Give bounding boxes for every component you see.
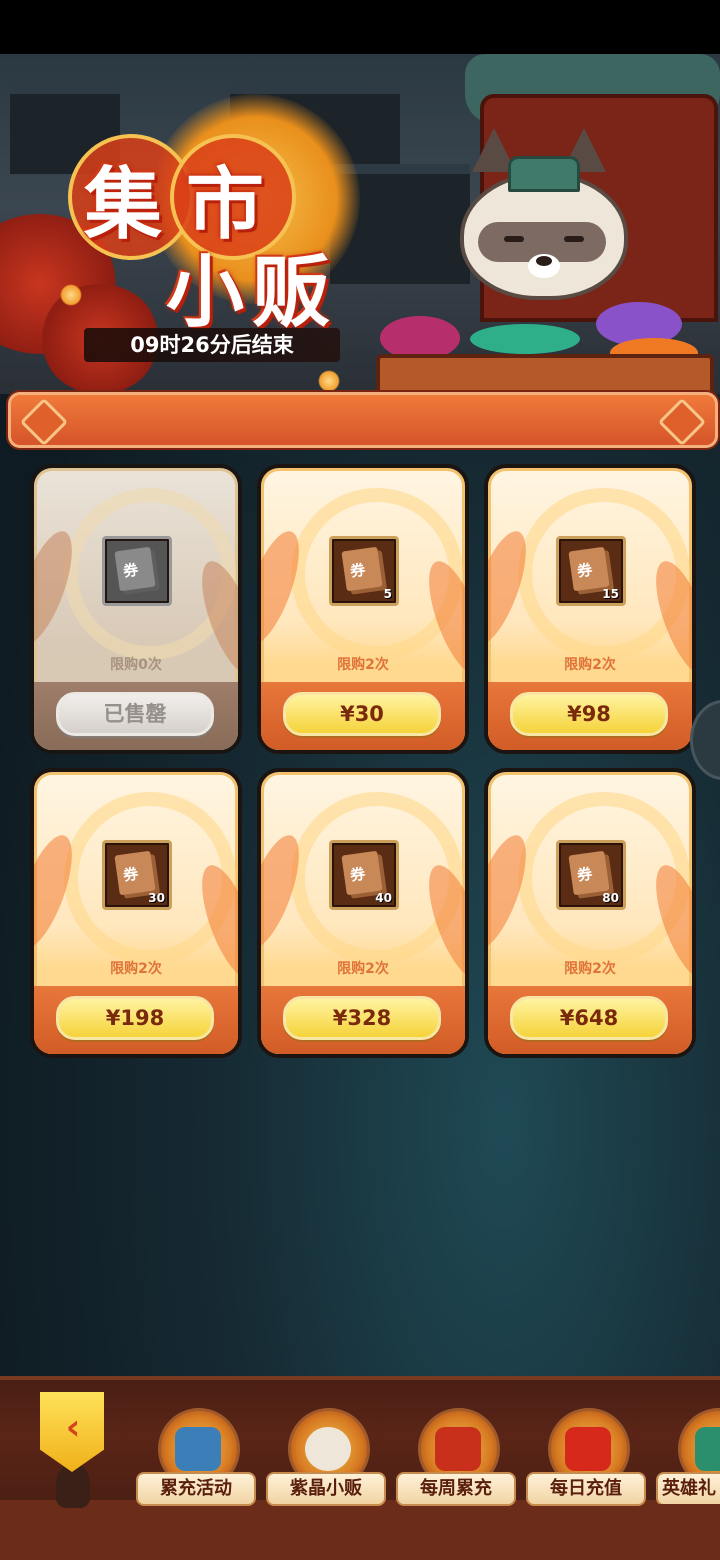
voucher-glyph: 券 <box>122 864 140 885</box>
product-card[interactable]: 券 15 限购2次 ¥98 <box>484 464 696 754</box>
voucher-ticket-icon: 券 5 <box>329 536 399 606</box>
purchase-limit: 限购0次 <box>110 657 162 673</box>
buy-button[interactable]: ¥648 <box>510 996 668 1040</box>
product-card[interactable]: 券 40 限购2次 ¥328 <box>257 768 469 1058</box>
nav-label: 每日充值 <box>526 1472 646 1506</box>
screen: 集 市 小 贩 09时26分后结束 券 限购0次 已售罄 券 5 限购2次 ¥3… <box>0 0 720 1560</box>
voucher-count: 15 <box>602 587 619 601</box>
purchase-limit: 限购2次 <box>110 961 162 977</box>
voucher-count: 40 <box>375 891 392 905</box>
purchase-limit: 限购2次 <box>564 961 616 977</box>
product-card[interactable]: 券 限购0次 已售罄 <box>30 464 242 754</box>
nav-item-amethyst-merchant[interactable]: 紫晶小贩 <box>266 1400 386 1506</box>
lantern <box>60 284 82 306</box>
title-char: 小 <box>166 247 245 338</box>
merchant-hat <box>508 156 580 192</box>
voucher-count: 80 <box>602 891 619 905</box>
knot-ornament-icon <box>657 397 707 447</box>
voucher-paper: 券 <box>114 850 156 896</box>
voucher-paper: 券 <box>341 850 383 896</box>
raccoon-eye <box>504 236 524 242</box>
back-arrow-icon[interactable]: ‹ <box>54 1408 92 1448</box>
buy-button[interactable]: ¥198 <box>56 996 214 1040</box>
countdown-timer: 09时26分后结束 <box>84 328 340 362</box>
voucher-paper: 券 <box>114 546 156 592</box>
title-char: 集 <box>84 159 163 250</box>
bottom-nav-shelf <box>0 1500 720 1560</box>
product-card[interactable]: 券 80 限购2次 ¥648 <box>484 768 696 1058</box>
lantern <box>318 370 340 392</box>
buy-button[interactable]: ¥30 <box>283 692 441 736</box>
purchase-limit: 限购2次 <box>337 657 389 673</box>
goods-herb <box>470 324 580 354</box>
status-bar <box>0 0 720 54</box>
voucher-ticket-icon: 券 30 <box>102 840 172 910</box>
sold-out-button: 已售罄 <box>56 692 214 736</box>
voucher-glyph: 券 <box>576 864 594 885</box>
nav-label: 英雄礼 <box>656 1472 720 1504</box>
nav-label: 每周累充 <box>396 1472 516 1506</box>
product-card[interactable]: 券 30 限购2次 ¥198 <box>30 768 242 1058</box>
title-char: 贩 <box>252 247 331 338</box>
nav-label: 紫晶小贩 <box>266 1472 386 1506</box>
nav-item-hero-gift[interactable]: 英雄礼 <box>656 1400 720 1504</box>
voucher-glyph: 券 <box>122 560 140 581</box>
voucher-glyph: 券 <box>349 560 367 581</box>
stall-counter <box>376 354 714 394</box>
event-banner <box>8 392 718 448</box>
voucher-count: 30 <box>148 891 165 905</box>
buy-button[interactable]: ¥328 <box>283 996 441 1040</box>
voucher-glyph: 券 <box>576 560 594 581</box>
purchase-limit: 限购2次 <box>564 657 616 673</box>
event-header-scene: 集 市 小 贩 09时26分后结束 <box>0 54 720 394</box>
nav-item-weekly-recharge[interactable]: 每周累充 <box>396 1400 516 1506</box>
voucher-paper: 券 <box>341 546 383 592</box>
nav-item-daily-recharge[interactable]: 每日充值 <box>526 1400 646 1506</box>
raccoon-nose <box>536 256 552 266</box>
voucher-ticket-icon: 券 <box>102 536 172 606</box>
voucher-ticket-icon: 券 80 <box>556 840 626 910</box>
product-card[interactable]: 券 5 限购2次 ¥30 <box>257 464 469 754</box>
buy-button[interactable]: ¥98 <box>510 692 668 736</box>
purchase-limit: 限购2次 <box>337 961 389 977</box>
voucher-count: 5 <box>383 587 392 601</box>
voucher-paper: 券 <box>568 850 610 896</box>
knot-ornament-icon <box>19 397 69 447</box>
voucher-ticket-icon: 券 15 <box>556 536 626 606</box>
nav-label: 累充活动 <box>136 1472 256 1506</box>
voucher-ticket-icon: 券 40 <box>329 840 399 910</box>
voucher-glyph: 券 <box>349 864 367 885</box>
voucher-paper: 券 <box>568 546 610 592</box>
raccoon-eye <box>564 236 584 242</box>
nav-item-cumulative-recharge[interactable]: 累充活动 <box>136 1400 256 1506</box>
